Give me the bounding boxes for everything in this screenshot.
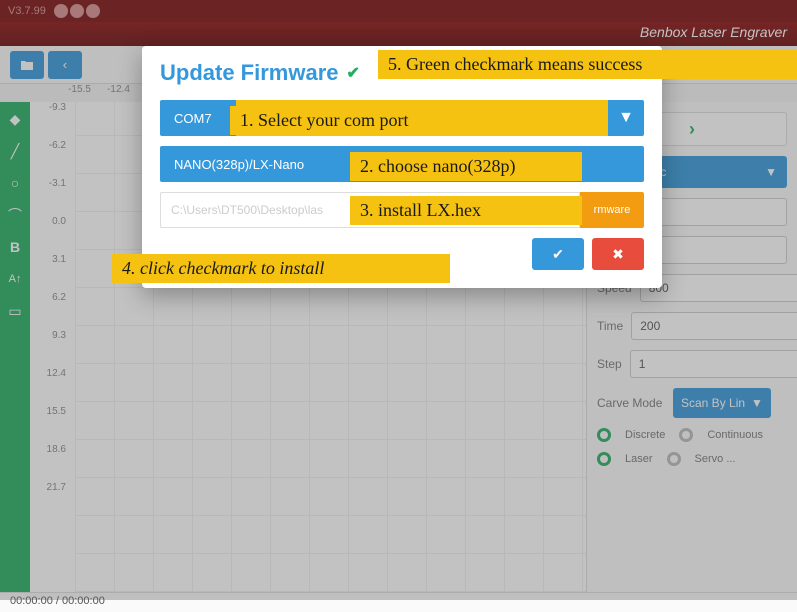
annotation-2: 2. choose nano(328p) xyxy=(350,152,582,181)
annotation-1: 1. Select your com port xyxy=(230,106,570,135)
confirm-button[interactable]: ✔ xyxy=(532,238,584,270)
cancel-button[interactable]: ✖ xyxy=(592,238,644,270)
firmware-button[interactable]: rmware xyxy=(580,192,644,228)
chevron-down-icon: ▼ xyxy=(608,100,644,136)
annotation-5: 5. Green checkmark means success xyxy=(378,50,797,79)
annotation-3: 3. install LX.hex xyxy=(350,196,582,225)
checkmark-icon: ✔ xyxy=(347,63,360,83)
annotation-4: 4. click checkmark to install xyxy=(112,254,450,283)
